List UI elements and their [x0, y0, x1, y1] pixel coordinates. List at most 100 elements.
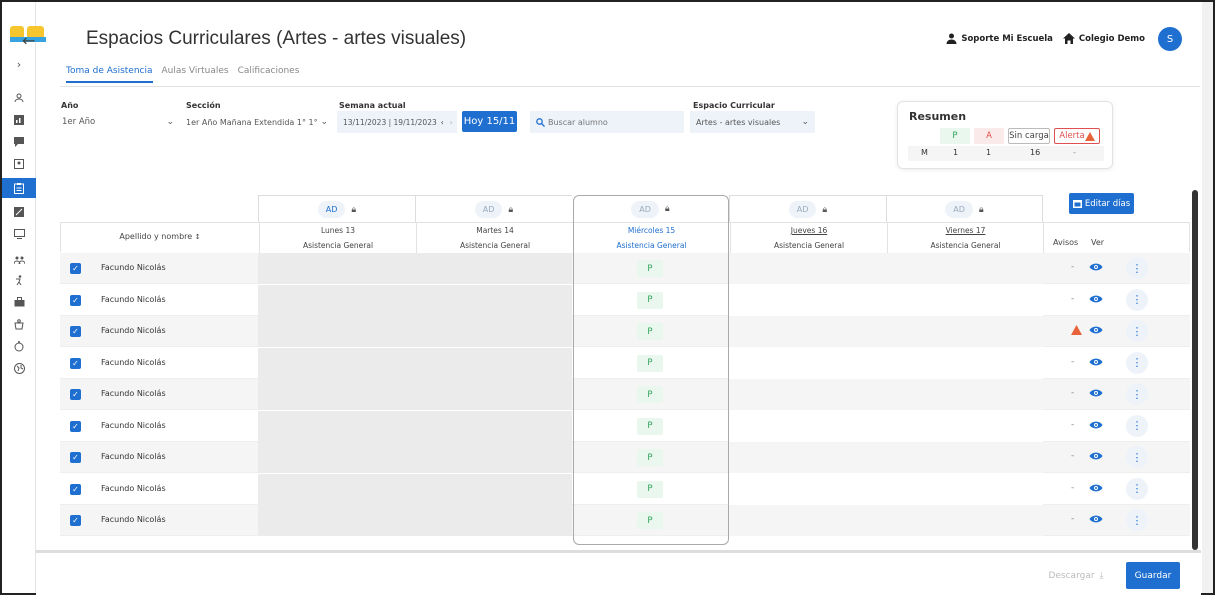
espacio-select[interactable]: Artes - artes visuales ⌄ — [690, 111, 815, 133]
descargar-button[interactable]: Descargar ⤓ — [1036, 562, 1116, 589]
present-badge[interactable]: P — [637, 260, 663, 277]
avisos-value: - — [1071, 419, 1075, 430]
row-checkbox[interactable]: ✓ — [70, 357, 81, 369]
eye-icon[interactable] — [1089, 419, 1103, 434]
student-name: Facundo Nicolás — [101, 483, 166, 493]
row-checkbox[interactable]: ✓ — [70, 452, 81, 463]
student-name: Facundo Nicolás — [101, 420, 166, 430]
attendance-cell — [258, 253, 415, 284]
present-badge[interactable]: P — [637, 354, 663, 372]
more-options-icon[interactable]: ⋮ — [1126, 383, 1148, 405]
more-options-icon[interactable]: ⋮ — [1126, 477, 1148, 500]
present-badge[interactable]: P — [637, 323, 663, 340]
warning-icon[interactable] — [1071, 325, 1082, 338]
attendance-cell — [729, 505, 886, 536]
eye-icon[interactable] — [1089, 387, 1103, 402]
group-icon[interactable] — [2, 250, 36, 270]
user-menu[interactable]: Soporte Mi Escuela — [946, 33, 1053, 44]
more-options-icon[interactable]: ⋮ — [1126, 320, 1148, 342]
more-options-icon[interactable]: ⋮ — [1126, 257, 1148, 279]
more-options-icon[interactable]: ⋮ — [1126, 414, 1148, 437]
eye-icon[interactable] — [1089, 293, 1103, 308]
resumen-p-value: 1 — [953, 148, 959, 157]
pot-icon[interactable] — [2, 314, 36, 334]
attendance-cell — [258, 473, 415, 505]
eye-icon[interactable] — [1089, 513, 1103, 528]
search-input[interactable] — [548, 117, 678, 127]
attendance-cell — [729, 347, 886, 379]
hoy-button[interactable]: Hoy 15/11 — [462, 111, 517, 132]
resumen-row: M 1 1 16 - — [908, 146, 1104, 161]
avisos-value: - — [1071, 293, 1075, 304]
attendance-cell — [258, 505, 415, 536]
day-header-jueves[interactable]: Jueves 16 Asistencia General — [730, 223, 887, 253]
chevron-right-icon[interactable]: › — [2, 54, 36, 74]
attendance-cell — [729, 379, 886, 410]
more-options-icon[interactable]: ⋮ — [1126, 288, 1148, 311]
contact-card-icon[interactable] — [2, 154, 36, 174]
present-badge[interactable]: P — [637, 480, 663, 498]
more-options-icon[interactable]: ⋮ — [1126, 509, 1148, 531]
page-scrollbar[interactable] — [1202, 2, 1213, 593]
clipboard-icon[interactable] — [2, 178, 36, 198]
day-type: Asistencia General — [459, 241, 531, 250]
attendance-cell — [729, 473, 886, 505]
day-type: Asistencia General — [302, 241, 374, 250]
prev-week-icon[interactable]: ‹ — [441, 118, 444, 127]
monitor-icon[interactable] — [2, 224, 36, 244]
present-badge[interactable]: P — [637, 449, 663, 466]
present-badge[interactable]: P — [637, 512, 663, 529]
baby-icon[interactable] — [2, 336, 36, 356]
row-checkbox[interactable]: ✓ — [70, 483, 81, 495]
avisos-value: - — [1071, 451, 1075, 461]
eye-icon[interactable] — [1089, 450, 1103, 465]
user-icon[interactable] — [2, 88, 36, 108]
attendance-cell — [258, 410, 415, 442]
name-column-header[interactable]: Apellido y nombre ↕ — [61, 232, 259, 241]
back-arrow-icon[interactable]: ← — [22, 31, 35, 50]
present-badge[interactable]: P — [637, 386, 663, 403]
chat-icon[interactable] — [2, 132, 36, 152]
user-area: Soporte Mi Escuela Colegio Demo — [946, 33, 1145, 44]
tab-aulas-virtuales[interactable]: Aulas Virtuales — [162, 66, 229, 83]
lock-icon: 🔒︎ — [978, 204, 984, 215]
eye-icon[interactable] — [1089, 356, 1103, 371]
more-options-icon[interactable]: ⋮ — [1126, 446, 1148, 468]
row-checkbox[interactable]: ✓ — [70, 294, 81, 306]
person-icon — [946, 33, 957, 44]
eye-icon[interactable] — [1089, 324, 1103, 339]
row-checkbox[interactable]: ✓ — [70, 326, 81, 337]
search-field[interactable] — [530, 111, 684, 133]
row-checkbox[interactable]: ✓ — [70, 515, 81, 526]
more-options-icon[interactable]: ⋮ — [1126, 351, 1148, 374]
eye-icon[interactable] — [1089, 482, 1103, 497]
day-header-viernes[interactable]: Viernes 17 Asistencia General — [887, 223, 1044, 253]
eye-icon[interactable] — [1089, 261, 1103, 276]
attendance-cell — [886, 253, 1043, 284]
row-checkbox[interactable]: ✓ — [70, 263, 81, 274]
lock-icon: 🔒︎ — [664, 204, 670, 214]
tab-bar: Toma de Asistencia Aulas Virtuales Calif… — [66, 66, 299, 83]
tab-toma-de-asistencia[interactable]: Toma de Asistencia — [66, 66, 153, 83]
tab-calificaciones[interactable]: Calificaciones — [238, 66, 300, 83]
guardar-button[interactable]: Guardar — [1126, 562, 1180, 589]
semana-picker[interactable]: 13/11/2023 | 19/11/2023 ‹ › — [337, 111, 457, 133]
user-name: Soporte Mi Escuela — [961, 33, 1053, 44]
row-checkbox[interactable]: ✓ — [70, 389, 81, 400]
table-scrollbar[interactable] — [1192, 190, 1198, 550]
next-week-icon[interactable]: › — [450, 118, 453, 127]
stats-icon[interactable] — [2, 110, 36, 130]
briefcase-icon[interactable] — [2, 292, 36, 312]
avatar[interactable]: S — [1158, 27, 1182, 51]
globe-icon[interactable] — [2, 358, 36, 378]
avisos-value: - — [1071, 356, 1075, 367]
row-checkbox[interactable]: ✓ — [70, 420, 81, 432]
attendance-cell — [729, 316, 886, 347]
school-menu[interactable]: Colegio Demo — [1062, 33, 1145, 44]
grading-icon[interactable] — [2, 202, 36, 222]
sports-icon[interactable] — [2, 270, 36, 290]
seccion-select[interactable]: 1er Año Mañana Extendida 1° 1° ⌄ — [184, 111, 334, 133]
present-badge[interactable]: P — [637, 291, 663, 309]
anio-select[interactable]: 1er Año ⌄ — [60, 111, 180, 133]
present-badge[interactable]: P — [637, 417, 663, 435]
